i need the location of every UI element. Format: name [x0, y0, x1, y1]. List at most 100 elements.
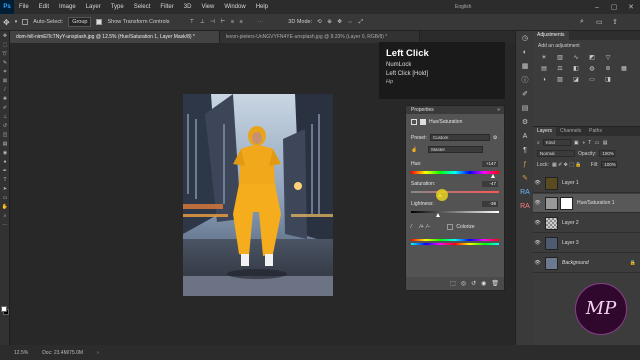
- view-previous-icon[interactable]: ◎: [461, 280, 466, 287]
- auto-select-dropdown[interactable]: Group: [68, 17, 92, 27]
- frame-tool-icon[interactable]: ⊠: [0, 76, 10, 85]
- maximize-icon[interactable]: ▢: [607, 0, 621, 14]
- selective-color-icon[interactable]: ◨: [603, 76, 613, 84]
- shape-tool-icon[interactable]: ▭: [0, 193, 10, 202]
- hue-slider-track[interactable]: [411, 171, 499, 174]
- menu-edit[interactable]: Edit: [34, 4, 54, 10]
- eyedropper-plus-icon[interactable]: ⁄+: [420, 224, 424, 230]
- tool-preset-dropdown-icon[interactable]: ▾: [15, 19, 18, 25]
- layer-row[interactable]: 👁 Layer 2: [533, 214, 640, 233]
- 3d-mode-icons[interactable]: ⟲ ⊕ ✥ ⇔ ⤢: [317, 19, 365, 26]
- levels-icon[interactable]: ▥: [555, 54, 565, 62]
- vibrance-icon[interactable]: ▽: [603, 54, 613, 62]
- layer-row[interactable]: 👁 Layer 3: [533, 234, 640, 253]
- libraries-icon[interactable]: ▤: [516, 101, 534, 115]
- menu-file[interactable]: File: [14, 4, 34, 10]
- tab-paths[interactable]: Paths: [585, 127, 606, 136]
- menu-window[interactable]: Window: [219, 4, 250, 10]
- quick-select-tool-icon[interactable]: ✎: [0, 58, 10, 67]
- search-icon[interactable]: ⌕: [580, 18, 584, 26]
- tab-adjustments[interactable]: Adjustments: [533, 31, 569, 40]
- lightness-slider-track[interactable]: [411, 211, 499, 213]
- menu-help[interactable]: Help: [251, 4, 273, 10]
- healing-tool-icon[interactable]: ✚: [0, 94, 10, 103]
- blend-mode-dropdown[interactable]: Normal: [537, 150, 575, 157]
- colorize-checkbox[interactable]: [447, 224, 454, 230]
- brush-tool-icon[interactable]: ✐: [0, 103, 10, 112]
- visibility-eye-icon[interactable]: 👁: [533, 200, 542, 206]
- channel-dropdown[interactable]: Master: [428, 146, 484, 153]
- visibility-eye-icon[interactable]: 👁: [533, 240, 542, 246]
- menu-select[interactable]: Select: [129, 4, 156, 10]
- brightness-contrast-icon[interactable]: ☀: [539, 54, 549, 62]
- delete-icon[interactable]: 🗑: [491, 280, 499, 287]
- layer-mask-thumbnail[interactable]: [560, 196, 573, 210]
- fill-field[interactable]: 100%: [601, 161, 618, 168]
- menu-filter[interactable]: Filter: [155, 4, 178, 10]
- dodge-tool-icon[interactable]: ●: [0, 157, 10, 166]
- move-tool-icon[interactable]: ✥: [3, 18, 10, 27]
- history-icon[interactable]: ◷: [516, 31, 534, 45]
- crop-tool-icon[interactable]: ⌗: [0, 67, 10, 76]
- visibility-icon[interactable]: ◉: [481, 280, 486, 287]
- saturation-slider-track[interactable]: [411, 191, 499, 193]
- menu-view[interactable]: View: [196, 4, 219, 10]
- document-tab-1[interactable]: dom-hill-nimElTcTNyY-unsplash.jpg @ 12.5…: [10, 31, 220, 43]
- lock-icons[interactable]: ▦ ✐ ✥ ⬚ 🔒: [552, 162, 582, 168]
- paragraph-icon[interactable]: ¶: [516, 143, 534, 157]
- lightness-slider-handle[interactable]: [436, 213, 440, 217]
- color-lookup-icon[interactable]: ▦: [619, 65, 629, 73]
- auto-select-checkbox[interactable]: [22, 19, 29, 25]
- ra-alt-icon[interactable]: RA: [516, 199, 534, 213]
- eyedropper-minus-icon[interactable]: ⁄−: [427, 224, 431, 230]
- properties-tab[interactable]: Properties: [406, 106, 504, 114]
- character-icon[interactable]: A: [516, 129, 534, 143]
- properties-icon[interactable]: ⚙: [516, 115, 534, 129]
- target-adjust-icon[interactable]: ☝: [411, 147, 417, 153]
- menu-type[interactable]: Type: [106, 4, 129, 10]
- layer-row[interactable]: 👁 Hue/Saturation 1: [533, 194, 640, 213]
- layer-lock-icon[interactable]: 🔒: [630, 260, 636, 266]
- tab-channels[interactable]: Channels: [556, 127, 585, 136]
- actions-icon[interactable]: ✎: [516, 171, 534, 185]
- preset-dropdown[interactable]: Custom: [429, 134, 490, 141]
- marquee-tool-icon[interactable]: ⬚: [0, 40, 10, 49]
- transform-controls-checkbox[interactable]: [96, 19, 103, 25]
- brush-settings-icon[interactable]: ✐: [516, 87, 534, 101]
- hue-slider-handle[interactable]: [491, 174, 495, 178]
- menu-image[interactable]: Image: [54, 4, 81, 10]
- opacity-field[interactable]: 100%: [599, 150, 616, 157]
- align-icons[interactable]: ⊤ ⊥ ⊣ ⊢ ≡ ≡: [190, 19, 245, 25]
- mask-icon[interactable]: [420, 119, 426, 125]
- black-white-icon[interactable]: ◧: [571, 65, 581, 73]
- visibility-eye-icon[interactable]: 👁: [533, 180, 542, 186]
- minimize-icon[interactable]: –: [590, 0, 604, 14]
- threshold-icon[interactable]: ◪: [571, 76, 581, 84]
- channel-mixer-icon[interactable]: ⊛: [603, 65, 613, 73]
- workspace-icon[interactable]: ▭: [596, 18, 603, 26]
- lightness-value-field[interactable]: -39: [482, 201, 498, 207]
- history-brush-icon[interactable]: ↺: [0, 121, 10, 130]
- posterize-icon[interactable]: ▨: [555, 76, 565, 84]
- ra-icon[interactable]: RA: [516, 185, 534, 199]
- hue-saturation-icon[interactable]: ▤: [539, 65, 549, 73]
- layer-row[interactable]: 👁 Layer 1: [533, 174, 640, 193]
- color-balance-icon[interactable]: ⚖: [555, 65, 565, 73]
- foreground-color-swatch[interactable]: [1, 306, 7, 312]
- info-icon[interactable]: ⓘ: [516, 73, 534, 87]
- saturation-value-field[interactable]: -47: [482, 181, 498, 187]
- distribute-icon[interactable]: ···: [258, 19, 264, 25]
- reset-icon[interactable]: ↺: [471, 280, 476, 287]
- photo-filter-icon[interactable]: ◍: [587, 65, 597, 73]
- share-icon[interactable]: ⇪: [612, 18, 618, 26]
- zoom-level[interactable]: 12.5%: [14, 350, 28, 356]
- curves-icon[interactable]: ∿: [571, 54, 581, 62]
- hand-tool-icon[interactable]: ✋: [0, 202, 10, 211]
- collapse-panel-icon[interactable]: »: [497, 107, 500, 113]
- eyedropper-icon[interactable]: ⁄: [411, 224, 412, 230]
- visibility-eye-icon[interactable]: 👁: [533, 220, 542, 226]
- status-arrow-icon[interactable]: ›: [97, 350, 99, 356]
- filter-type-icons[interactable]: ▣ ◑ T ▭ ▤: [574, 140, 609, 146]
- tab-layers[interactable]: Layers: [533, 127, 557, 136]
- move-tool-icon[interactable]: ✥: [0, 31, 10, 40]
